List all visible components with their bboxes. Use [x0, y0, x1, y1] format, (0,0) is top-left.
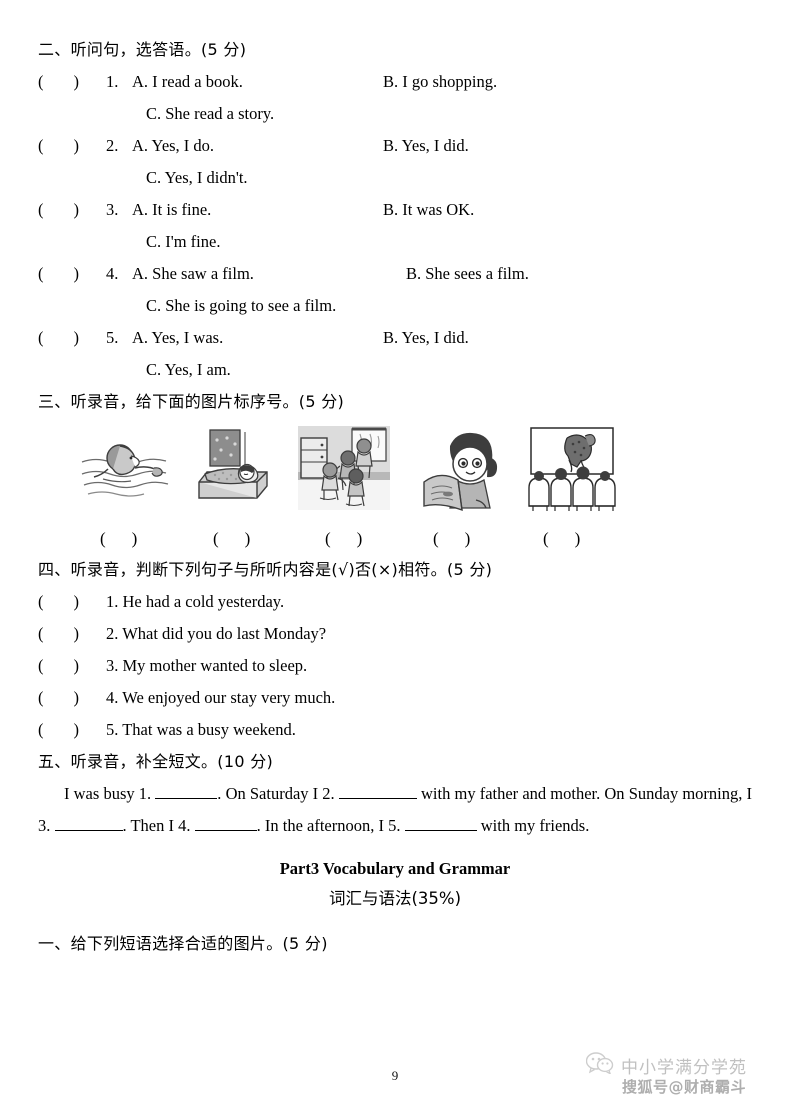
truefalse-row: () 1. He had a cold yesterday. — [38, 586, 752, 618]
watermark-line-1-row: 中小学满分学苑 — [585, 1052, 776, 1079]
cloze-text-1: I was busy 1. — [64, 784, 152, 803]
question-row: () 4. A. She saw a film. B. She sees a f… — [38, 258, 752, 290]
option-c[interactable]: C. She is going to see a film. — [146, 290, 336, 322]
question-subrow: C. Yes, I didn't. — [38, 162, 752, 194]
answer-bracket[interactable]: () — [38, 322, 79, 354]
answer-bracket[interactable]: () — [38, 194, 79, 226]
option-c[interactable]: C. Yes, I didn't. — [146, 162, 248, 194]
option-b[interactable]: B. Yes, I did. — [383, 130, 469, 162]
girl-reading-book-illustration — [418, 424, 504, 514]
part-three-subtitle: 词汇与语法(35%) — [328, 889, 462, 908]
option-b[interactable]: B. Yes, I did. — [383, 322, 469, 354]
truefalse-row: () 4. We enjoyed our stay very much. — [38, 682, 752, 714]
question-subrow: C. She read a story. — [38, 98, 752, 130]
option-c[interactable]: C. I'm fine. — [146, 226, 220, 258]
option-c[interactable]: C. Yes, I am. — [146, 354, 231, 386]
wechat-icon — [585, 1052, 614, 1079]
answer-bracket[interactable]: () — [38, 714, 79, 746]
exam-paper-page: 二、听问句，选答语。(5 分) () 1. A. I read a book. … — [0, 0, 790, 1118]
picture-answer-row: () () () () () — [38, 524, 752, 554]
question-number: 2. — [106, 136, 119, 155]
section-two-heading: 二、听问句，选答语。(5 分) — [38, 40, 247, 59]
question-subrow: C. She is going to see a film. — [38, 290, 752, 322]
option-c[interactable]: C. She read a story. — [146, 98, 274, 130]
option-b[interactable]: B. She sees a film. — [406, 258, 529, 290]
statement-text: 1. He had a cold yesterday. — [106, 592, 285, 611]
truefalse-row: () 2. What did you do last Monday? — [38, 618, 752, 650]
picture-answer-bracket[interactable]: () — [325, 524, 362, 554]
cloze-text-4: . Then I 4. — [122, 816, 191, 835]
picture-strip — [38, 424, 752, 524]
question-number: 3. — [106, 200, 119, 219]
option-a[interactable]: A. It is fine. — [132, 194, 211, 226]
question-number: 1. — [106, 72, 119, 91]
answer-bracket[interactable]: () — [38, 66, 79, 98]
statement-text: 5. That was a busy weekend. — [106, 720, 296, 739]
answer-bracket[interactable]: () — [38, 130, 79, 162]
question-number: 5. — [106, 328, 119, 347]
part-three-title: Part3 Vocabulary and Grammar — [279, 859, 511, 878]
answer-bracket[interactable]: () — [38, 650, 79, 682]
cloze-blank-1[interactable] — [155, 798, 218, 799]
cloze-blank-2[interactable] — [338, 798, 417, 799]
cloze-blank-3[interactable] — [54, 830, 123, 831]
section-three-heading: 三、听录音，给下面的图片标序号。(5 分) — [38, 392, 345, 411]
option-a[interactable]: A. Yes, I was. — [132, 322, 223, 354]
picture-answer-bracket[interactable]: () — [213, 524, 250, 554]
answer-bracket[interactable]: () — [38, 258, 79, 290]
question-row: () 5. A. Yes, I was. B. Yes, I did. — [38, 322, 752, 354]
cloze-paragraph: I was busy 1. . On Saturday I 2. with my… — [38, 778, 752, 842]
picture-answer-bracket[interactable]: () — [100, 524, 137, 554]
option-a[interactable]: A. Yes, I do. — [132, 130, 214, 162]
answer-bracket[interactable]: () — [38, 586, 79, 618]
part-three-section-one-heading: 一、给下列短语选择合适的图片。(5 分) — [38, 934, 328, 953]
option-b[interactable]: B. I go shopping. — [383, 66, 497, 98]
cloze-text-2: . On Saturday I 2. — [217, 784, 335, 803]
option-a[interactable]: A. I read a book. — [132, 66, 243, 98]
watching-film-cinema-illustration — [523, 424, 621, 514]
picture-answer-bracket[interactable]: () — [433, 524, 470, 554]
sleeping-in-bed-illustration — [193, 424, 279, 514]
section-four-heading: 四、听录音，判断下列句子与所听内容是(√)否(×)相符。(5 分) — [38, 560, 493, 579]
watermark-text-secondary: 搜狐号@财商霸斗 — [622, 1078, 747, 1096]
truefalse-row: () 5. That was a busy weekend. — [38, 714, 752, 746]
swimming-illustration — [78, 424, 178, 514]
cloze-blank-5[interactable] — [404, 830, 477, 831]
picture-answer-bracket[interactable]: () — [543, 524, 580, 554]
question-row: () 1. A. I read a book. B. I go shopping… — [38, 66, 752, 98]
watermark-text-primary: 中小学满分学苑 — [621, 1058, 747, 1078]
truefalse-row: () 3. My mother wanted to sleep. — [38, 650, 752, 682]
cloze-text-6: with my friends. — [480, 816, 590, 835]
children-dancing-room-illustration — [296, 424, 392, 514]
watermark: 中小学满分学苑 搜狐号@财商霸斗 — [585, 1052, 776, 1110]
statement-text: 4. We enjoyed our stay very much. — [106, 688, 336, 707]
option-a[interactable]: A. She saw a film. — [132, 258, 254, 290]
question-subrow: C. I'm fine. — [38, 226, 752, 258]
cloze-blank-4[interactable] — [194, 830, 257, 831]
question-subrow: C. Yes, I am. — [38, 354, 752, 386]
answer-bracket[interactable]: () — [38, 682, 79, 714]
answer-bracket[interactable]: () — [38, 618, 79, 650]
cloze-text-5: . In the afternoon, I 5. — [256, 816, 401, 835]
question-number: 4. — [106, 264, 119, 283]
question-row: () 3. A. It is fine. B. It was OK. — [38, 194, 752, 226]
statement-text: 3. My mother wanted to sleep. — [106, 656, 308, 675]
question-row: () 2. A. Yes, I do. B. Yes, I did. — [38, 130, 752, 162]
page-content: 二、听问句，选答语。(5 分) () 1. A. I read a book. … — [38, 34, 752, 960]
statement-text: 2. What did you do last Monday? — [106, 624, 327, 643]
section-five-heading: 五、听录音，补全短文。(10 分) — [38, 752, 274, 771]
option-b[interactable]: B. It was OK. — [383, 194, 474, 226]
